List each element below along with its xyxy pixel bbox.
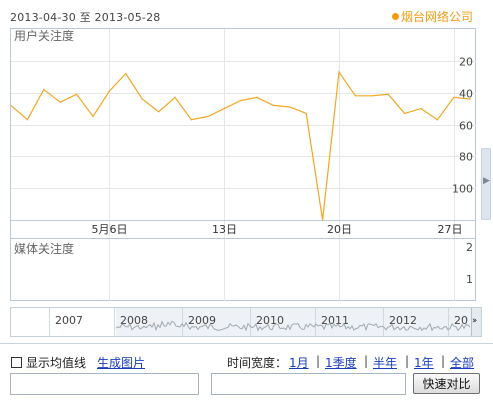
- separator: [0, 343, 493, 344]
- range-separator: |: [441, 354, 446, 368]
- user-panel-label: 用户关注度: [14, 29, 74, 43]
- quick-compare-button[interactable]: 快速对比: [413, 373, 480, 394]
- date-range: 2013-04-30 至 2013-05-28: [10, 9, 160, 25]
- range-separator: |: [405, 354, 410, 368]
- y-tick-label: 100: [452, 183, 473, 196]
- navigator-year-label: 2012: [389, 314, 417, 327]
- data-point: [92, 115, 94, 118]
- data-point: [76, 93, 78, 95]
- timeline-navigator[interactable]: 2007 2008 2009 2010 2011 2012 20 ››: [10, 307, 482, 337]
- media-y-tick-label: 1: [466, 273, 473, 286]
- data-point: [240, 100, 242, 102]
- data-point: [158, 111, 160, 113]
- data-point: [174, 96, 176, 98]
- range-1-year-link[interactable]: 1年: [414, 354, 434, 371]
- data-point: [59, 101, 61, 103]
- data-point: [125, 73, 127, 75]
- data-point: [223, 108, 225, 110]
- time-width-label: 时间宽度：: [227, 356, 288, 370]
- range-all-link[interactable]: 全部: [450, 354, 474, 371]
- double-chevron-right-icon: ››: [472, 316, 477, 326]
- keyword-input-2[interactable]: [211, 373, 406, 395]
- navigator-year-label: 2010: [256, 314, 284, 327]
- data-point: [436, 119, 438, 121]
- range-1-month-link[interactable]: 1月: [289, 354, 309, 371]
- navigator-selection[interactable]: [116, 308, 473, 336]
- data-point: [469, 98, 471, 100]
- x-axis-ticks: 5月6日 13日 20日 27日: [92, 223, 463, 236]
- navigator-range-handle[interactable]: ››: [471, 308, 481, 336]
- date-separator: 至: [79, 11, 91, 24]
- y-tick-label: 60: [459, 120, 473, 133]
- chevron-right-icon: ▶: [483, 176, 490, 186]
- data-point: [26, 119, 28, 121]
- moving-average-checkbox[interactable]: [11, 357, 22, 368]
- data-point: [108, 90, 110, 92]
- data-point: [322, 219, 324, 221]
- navigator-year-label: 2007: [55, 314, 83, 327]
- data-point: [43, 88, 45, 91]
- data-point: [256, 96, 258, 98]
- moving-average-toggle[interactable]: 显示均值线: [11, 354, 86, 371]
- data-point: [289, 106, 291, 108]
- data-point: [338, 71, 340, 73]
- data-point: [387, 93, 389, 95]
- grid: [11, 29, 476, 301]
- x-tick-label: 5月6日: [92, 223, 128, 236]
- data-point: [190, 119, 192, 121]
- data-point: [272, 104, 274, 106]
- data-point: [404, 112, 406, 114]
- top-bar: 2013-04-30 至 2013-05-28 烟台网络公司: [0, 0, 493, 30]
- data-point: [141, 98, 143, 100]
- range-1-quarter-link[interactable]: 1季度: [325, 354, 357, 371]
- attention-chart: 用户关注度 10080604020 5月6日 13日 20日 27日 媒体关注度 21: [11, 29, 476, 301]
- x-tick-label: 20日: [327, 223, 352, 236]
- data-point: [453, 96, 455, 98]
- chart-scroll-handle[interactable]: ▶: [481, 148, 491, 220]
- range-separator: |: [364, 354, 369, 368]
- brand-label: 烟台网络公司: [400, 10, 473, 24]
- date-from: 2013-04-30: [10, 11, 76, 24]
- moving-average-label: 显示均值线: [26, 356, 87, 370]
- brand-legend: 烟台网络公司: [391, 8, 473, 25]
- data-point: [207, 115, 209, 118]
- keyword-input-1[interactable]: [10, 373, 199, 395]
- series-line: [11, 70, 471, 221]
- data-point: [371, 95, 373, 97]
- media-y-tick-label: 2: [466, 241, 473, 254]
- range-half-year-link[interactable]: 半年: [373, 354, 397, 371]
- x-tick-label: 13日: [212, 223, 237, 236]
- generate-image-link[interactable]: 生成图片: [97, 354, 145, 371]
- legend-dot-icon: [391, 13, 399, 20]
- date-to: 2013-05-28: [94, 11, 161, 24]
- data-point: [420, 108, 422, 110]
- y-tick-label: 80: [459, 151, 473, 164]
- media-y-axis-ticks: 21: [466, 241, 473, 286]
- media-panel-label: 媒体关注度: [14, 241, 74, 256]
- y-tick-label: 20: [459, 56, 473, 69]
- navigator-chart: 2007 2008 2009 2010 2011 2012 20: [49, 308, 473, 336]
- data-point: [354, 95, 356, 97]
- data-point: [305, 112, 307, 114]
- x-tick-label: 27日: [438, 223, 463, 236]
- range-separator: |: [316, 354, 321, 368]
